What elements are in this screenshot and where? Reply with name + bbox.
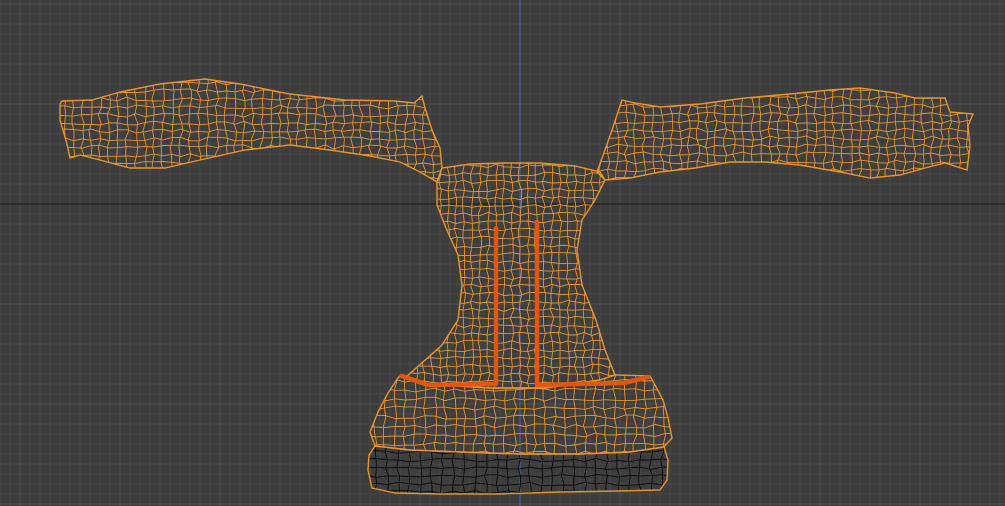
- 3d-viewport[interactable]: [0, 0, 1005, 506]
- viewport-canvas[interactable]: [0, 0, 1005, 506]
